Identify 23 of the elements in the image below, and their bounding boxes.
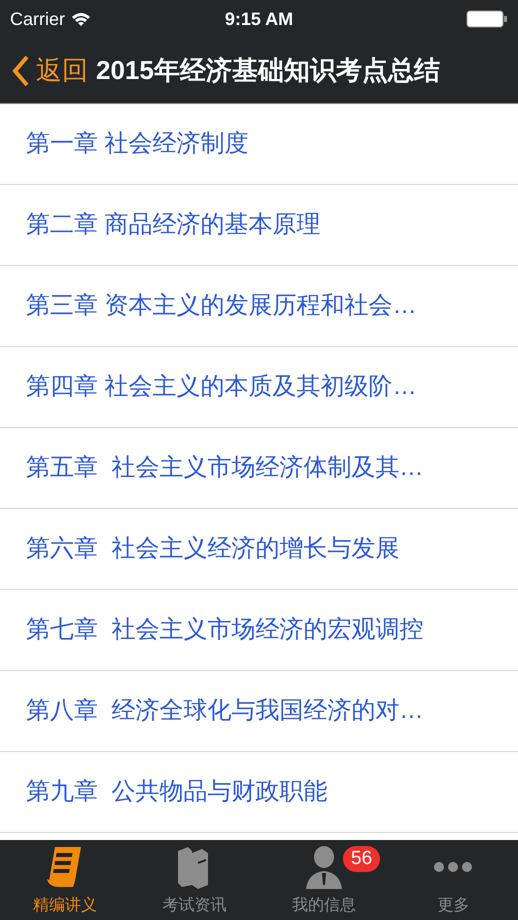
notification-badge: 56 [343,846,380,872]
battery-icon [466,10,508,28]
tab-item[interactable]: 精编讲义 [0,840,130,920]
status-time: 9:15 AM [224,8,294,30]
chapter-item[interactable]: 第八章 经济全球化与我国经济的对… [26,693,424,729]
tab-item[interactable]: 考试资讯 [130,840,259,920]
more-icon [433,861,474,873]
chapter-item[interactable]: 第二章 商品经济的基本原理 [26,207,321,243]
chapter-item[interactable]: 第六章 社会主义经济的增长与发展 [26,531,400,567]
person-icon [304,845,344,889]
back-chevron-icon [12,54,30,86]
chapter-item[interactable]: 第三章 资本主义的发展历程和社会… [26,288,417,324]
back-button[interactable]: 返回 [12,51,88,90]
tab-item[interactable]: 更多 [388,840,518,920]
tab-item[interactable]: 我的信息 56 [259,840,388,920]
chapter-item[interactable]: 第四章 社会主义的本质及其初级阶… [26,369,417,405]
chapter-item[interactable]: 第五章 社会主义市场经济体制及其… [26,450,424,486]
page-title: 2015年经济基础知识考点总结 [96,54,440,87]
chapter-item[interactable]: 第七章 社会主义市场经济的宏观调控 [26,612,424,648]
chapter-item[interactable]: 第九章 公共物品与财政职能 [26,774,328,810]
carrier-label: Carrier [10,8,66,30]
chapter-item[interactable]: 第一章 社会经济制度 [26,126,249,162]
wifi-icon [71,12,92,26]
